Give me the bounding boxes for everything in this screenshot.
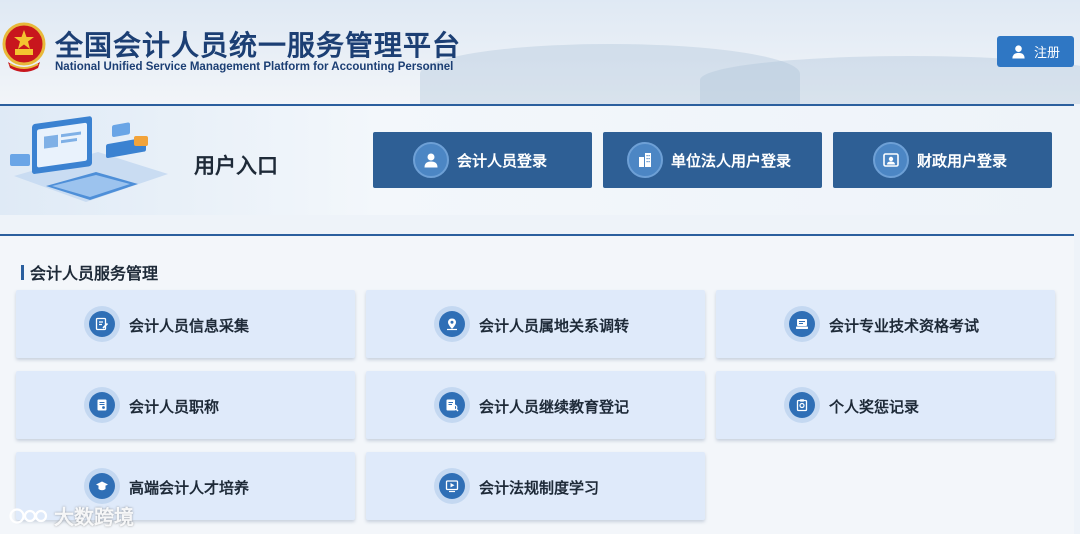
video-play-icon bbox=[434, 468, 470, 504]
service-card-info-collection[interactable]: 会计人员信息采集 bbox=[16, 290, 355, 358]
user-icon bbox=[413, 142, 449, 178]
accountant-login-button[interactable]: 会计人员登录 bbox=[373, 132, 592, 188]
finance-user-login-label: 财政用户登录 bbox=[917, 151, 1008, 170]
service-card-professional-title[interactable]: 会计人员职称 bbox=[16, 371, 355, 439]
legal-entity-login-label: 单位法人用户登录 bbox=[671, 151, 792, 170]
graduation-cap-icon bbox=[84, 468, 120, 504]
register-label: 注册 bbox=[1033, 46, 1060, 61]
service-card-label: 高端会计人才培养 bbox=[129, 479, 250, 497]
legal-entity-login-button[interactable]: 单位法人用户登录 bbox=[603, 132, 822, 188]
site-subtitle: National Unified Service Management Plat… bbox=[55, 61, 454, 73]
register-button[interactable]: 注册 bbox=[997, 36, 1074, 67]
location-icon bbox=[434, 306, 470, 342]
watermark-logo-icon bbox=[9, 507, 48, 524]
section-title-text: 会计人员服务管理 bbox=[30, 264, 159, 283]
user-entry-title: 用户入口 bbox=[194, 154, 278, 178]
service-card-label: 个人奖惩记录 bbox=[829, 398, 920, 416]
service-card-label: 会计人员职称 bbox=[129, 398, 220, 416]
service-card-regulation-study[interactable]: 会计法规制度学习 bbox=[366, 452, 705, 520]
section-title: 会计人员服务管理 bbox=[21, 260, 158, 284]
page-header: 全国会计人员统一服务管理平台 National Unified Service … bbox=[0, 0, 1080, 104]
service-card-territorial-transfer[interactable]: 会计人员属地关系调转 bbox=[366, 290, 705, 358]
clipboard-icon bbox=[784, 387, 820, 423]
service-card-qualification-exam[interactable]: 会计专业技术资格考试 bbox=[716, 290, 1055, 358]
id-card-icon bbox=[873, 142, 909, 178]
service-card-rewards-punishments[interactable]: 个人奖惩记录 bbox=[716, 371, 1055, 439]
service-card-label: 会计人员信息采集 bbox=[129, 317, 250, 335]
education-record-icon bbox=[434, 387, 470, 423]
finance-user-login-button[interactable]: 财政用户登录 bbox=[833, 132, 1052, 188]
national-emblem-icon bbox=[2, 22, 46, 72]
user-icon bbox=[1012, 45, 1025, 59]
computer-illustration-icon bbox=[10, 116, 168, 202]
watermark-text: 大数跨境 bbox=[54, 505, 134, 529]
watermark: 大数跨境 bbox=[8, 501, 134, 530]
certificate-icon bbox=[84, 387, 120, 423]
site-title: 全国会计人员统一服务管理平台 bbox=[55, 29, 462, 62]
exam-icon bbox=[784, 306, 820, 342]
service-card-label: 会计人员继续教育登记 bbox=[479, 398, 630, 416]
user-entry-panel: 用户入口 会计人员登录 单位法人用户登录 财政用户登录 bbox=[0, 104, 1074, 215]
accountant-login-label: 会计人员登录 bbox=[457, 151, 548, 170]
service-card-label: 会计人员属地关系调转 bbox=[479, 317, 630, 335]
service-card-continuing-education[interactable]: 会计人员继续教育登记 bbox=[366, 371, 705, 439]
section-title-bar bbox=[21, 264, 24, 280]
service-card-label: 会计法规制度学习 bbox=[479, 479, 600, 497]
edit-form-icon bbox=[84, 306, 120, 342]
service-card-label: 会计专业技术资格考试 bbox=[829, 317, 980, 335]
building-icon bbox=[627, 142, 663, 178]
